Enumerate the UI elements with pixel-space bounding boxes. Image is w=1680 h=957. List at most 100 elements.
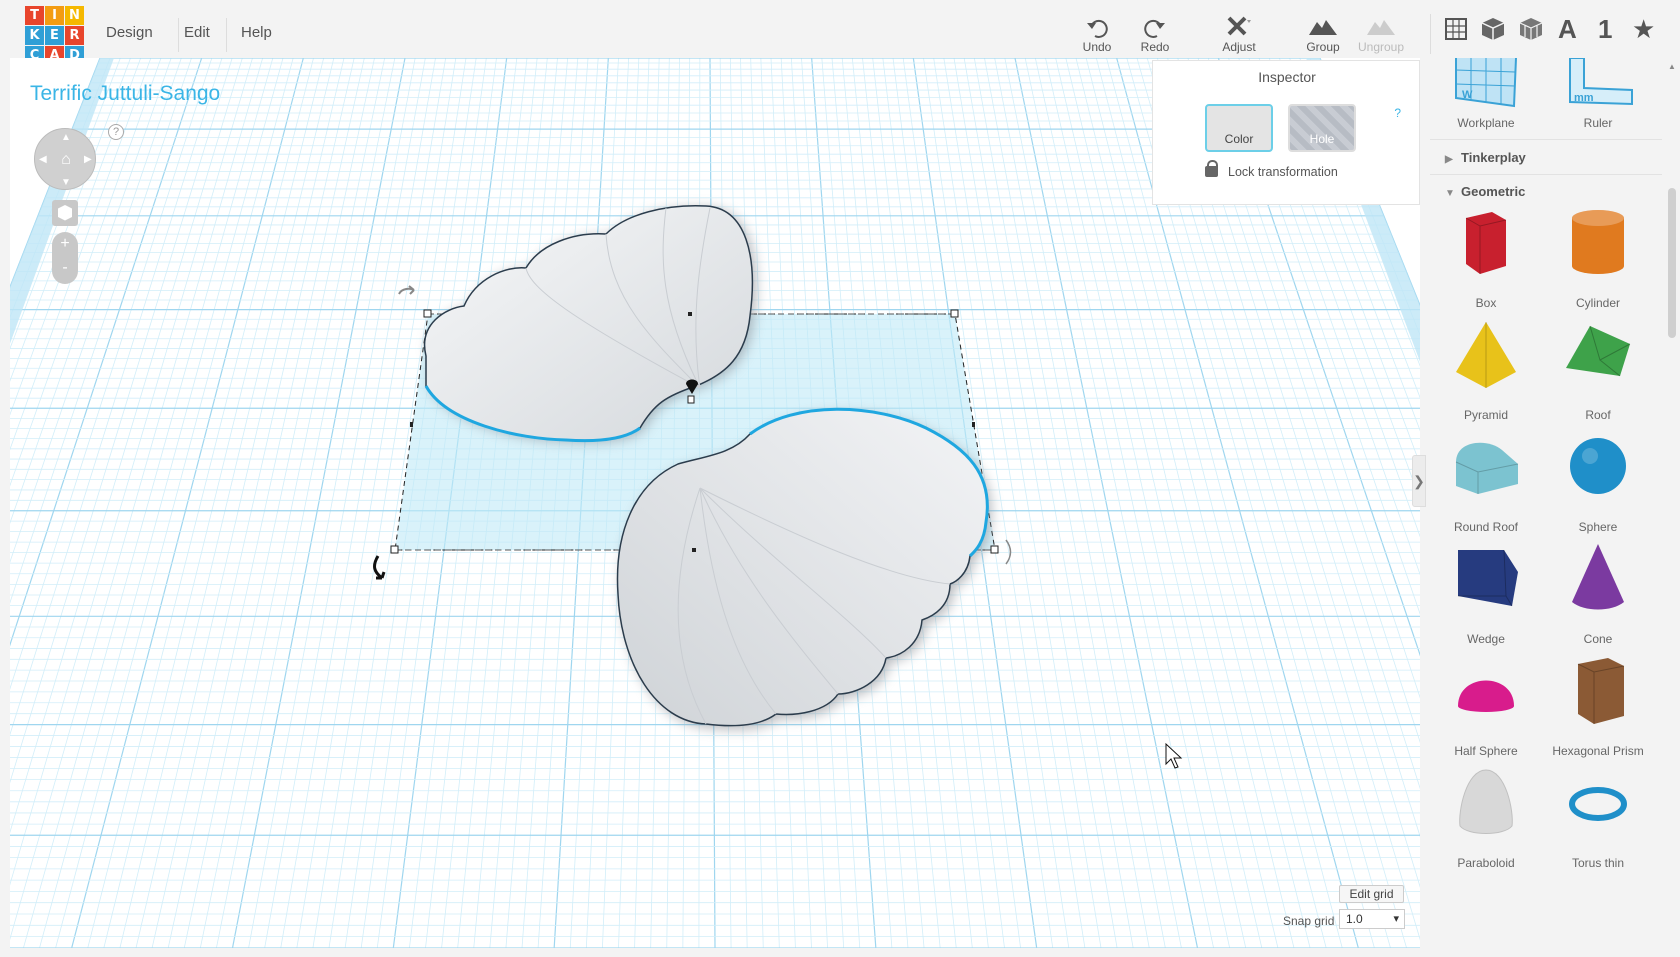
group-button[interactable]: Group: [1293, 14, 1353, 54]
shape-item-cone[interactable]: Cone: [1542, 540, 1654, 652]
box-icon: [1465, 212, 1507, 274]
shape-item-sphere[interactable]: Sphere: [1542, 428, 1654, 540]
shape-label: Sphere: [1578, 520, 1618, 534]
inspector-help-icon[interactable]: ?: [1394, 106, 1401, 120]
ruler-icon: mm: [1569, 58, 1633, 106]
orbit-control[interactable]: ▲ ▼ ◀ ▶ ⌂: [34, 128, 96, 190]
redo-button[interactable]: Redo: [1125, 14, 1185, 54]
orbit-down-icon[interactable]: ▼: [61, 177, 71, 188]
undo-button[interactable]: Undo: [1067, 14, 1127, 54]
menu-help[interactable]: Help: [241, 24, 272, 41]
logo-letter: I: [45, 6, 64, 25]
shape-item-torus-thin[interactable]: Torus thin: [1542, 764, 1654, 876]
shape-label: Hexagonal Prism: [1552, 744, 1644, 758]
rotate-handle-icon[interactable]: [373, 555, 386, 580]
shape-item-round-roof[interactable]: Round Roof: [1430, 428, 1542, 540]
number-icon[interactable]: 1: [1598, 14, 1628, 44]
group-label: Group: [1306, 40, 1340, 54]
section-tinkerplay[interactable]: ▶ Tinkerplay: [1445, 150, 1526, 165]
round-roof-icon: [1455, 442, 1519, 494]
workplane-item[interactable]: W Workplane: [1430, 58, 1542, 130]
zoom-in-button[interactable]: +: [52, 232, 78, 256]
shape-item-cylinder[interactable]: Cylinder: [1542, 204, 1654, 316]
undo-icon: [1087, 20, 1108, 38]
shape-item-paraboloid[interactable]: Paraboloid: [1430, 764, 1542, 876]
torus-thin-icon: [1569, 787, 1627, 821]
group-icon: [1309, 20, 1337, 35]
zoom-control[interactable]: + -: [52, 232, 78, 284]
expanded-arrow-icon: ▼: [1445, 188, 1455, 199]
text-icon[interactable]: A: [1558, 14, 1588, 44]
redo-label: Redo: [1140, 40, 1170, 54]
roof-icon: [1566, 325, 1631, 377]
svg-text:W: W: [1462, 89, 1473, 101]
shape-item-hexagonal-prism[interactable]: Hexagonal Prism: [1542, 652, 1654, 764]
ungroup-icon: [1367, 20, 1395, 35]
hole-swatch-button[interactable]: Hole: [1288, 104, 1356, 152]
shape-label: Roof: [1585, 408, 1611, 422]
logo-letter: K: [25, 26, 44, 45]
orbit-up-icon[interactable]: ▲: [61, 132, 71, 143]
wedge-icon: [1458, 549, 1518, 607]
fit-view-button[interactable]: [52, 200, 78, 226]
menu-divider: [226, 18, 227, 52]
shape-item-roof[interactable]: Roof: [1542, 316, 1654, 428]
shape-label: Half Sphere: [1454, 744, 1518, 758]
shape-item-half-sphere[interactable]: Half Sphere: [1430, 652, 1542, 764]
adjust-label: Adjust: [1222, 40, 1256, 54]
sphere-icon: [1570, 438, 1626, 494]
shape-label: Wedge: [1467, 632, 1505, 646]
collapsed-arrow-icon: ▶: [1445, 154, 1453, 165]
scrollbar-thumb[interactable]: [1668, 188, 1676, 338]
logo-letter: T: [25, 6, 44, 25]
shape-item-pyramid[interactable]: Pyramid: [1430, 316, 1542, 428]
shape-label: Cylinder: [1575, 296, 1620, 310]
panel-scrollbar[interactable]: ▲: [1666, 58, 1680, 957]
ungroup-button[interactable]: Ungroup: [1351, 14, 1411, 54]
shape-label: Box: [1475, 296, 1497, 310]
workplane-label: Workplane: [1457, 116, 1515, 130]
workplane-icon: W: [1455, 58, 1517, 108]
shapes-panel: W Workplane mm Ruler ▶ Tinkerplay ▼ Geomet…: [1430, 58, 1668, 957]
lock-transformation-toggle[interactable]: Lock transformation: [1205, 160, 1338, 179]
undo-label: Undo: [1082, 40, 1112, 54]
scroll-up-icon[interactable]: ▲: [1668, 62, 1676, 71]
shape-label: Torus thin: [1571, 856, 1625, 870]
paraboloid-icon: [1459, 769, 1513, 834]
tinkercad-logo[interactable]: TINKERCAD: [25, 6, 85, 66]
home-view-icon[interactable]: ⌂: [57, 151, 75, 169]
wireframe-view-icon[interactable]: [1516, 14, 1546, 44]
workplane-view-icon[interactable]: [1441, 14, 1471, 44]
snap-grid-value: 1.0: [1346, 912, 1363, 926]
logo-letter: R: [65, 26, 84, 45]
shape-item-wedge[interactable]: Wedge: [1430, 540, 1542, 652]
shape-label: Round Roof: [1453, 520, 1519, 534]
star-icon[interactable]: ★: [1632, 14, 1662, 44]
edit-grid-button[interactable]: Edit grid: [1339, 885, 1404, 903]
zoom-out-button[interactable]: -: [52, 256, 78, 280]
design-title[interactable]: Terrific Juttuli-Sango: [30, 82, 220, 106]
adjust-button[interactable]: Adjust: [1209, 14, 1269, 54]
inspector-panel: Inspector ? Color Hole Lock transformati…: [1152, 60, 1420, 205]
menu-edit[interactable]: Edit: [184, 24, 210, 41]
snap-grid-label: Snap grid: [1283, 914, 1335, 928]
half-sphere-icon: [1458, 680, 1514, 712]
box-view-icon[interactable]: [1478, 14, 1508, 44]
nav-help-icon[interactable]: ?: [108, 124, 124, 140]
orbit-left-icon[interactable]: ◀: [39, 154, 47, 165]
ruler-item[interactable]: mm Ruler: [1542, 58, 1654, 130]
section-divider: [1430, 174, 1662, 175]
mouse-cursor-icon: [1165, 742, 1183, 769]
section-geometric[interactable]: ▼ Geometric: [1445, 184, 1525, 199]
color-swatch-button[interactable]: Color: [1205, 104, 1273, 152]
menu-design[interactable]: Design: [106, 24, 153, 41]
svg-text:mm: mm: [1574, 92, 1594, 104]
redo-icon: [1144, 20, 1165, 38]
section-tinkerplay-label: Tinkerplay: [1461, 150, 1526, 165]
orbit-right-icon[interactable]: ▶: [84, 154, 92, 165]
toolbar-divider: [1430, 14, 1431, 54]
snap-grid-select[interactable]: 1.0: [1339, 909, 1405, 929]
shape-item-box[interactable]: Box: [1430, 204, 1542, 316]
panel-collapse-handle[interactable]: ❯: [1412, 455, 1426, 507]
shape-label: Cone: [1583, 632, 1613, 646]
